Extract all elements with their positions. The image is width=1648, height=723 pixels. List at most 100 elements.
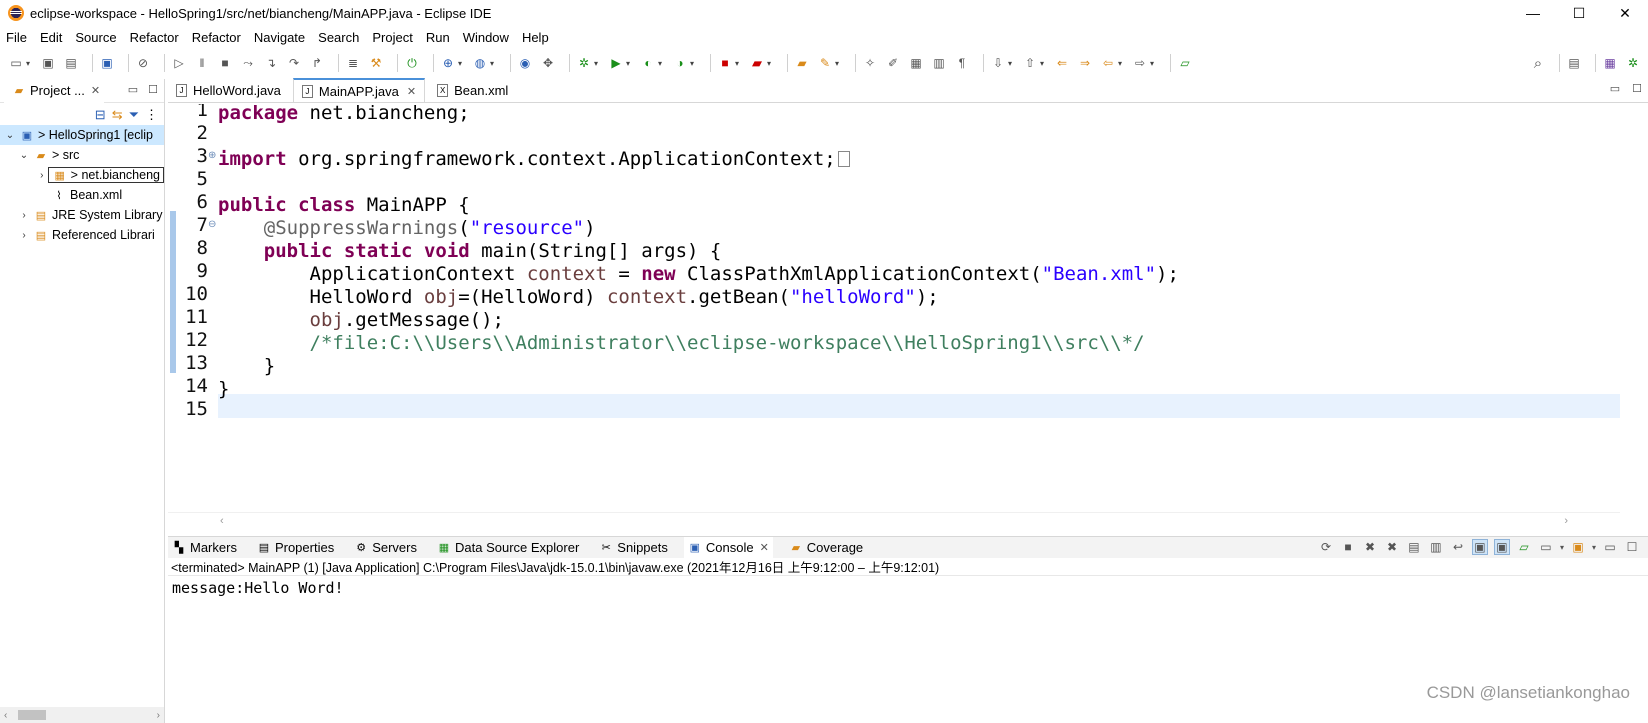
open-type-icon[interactable]: ✥ — [540, 55, 556, 71]
view-menu-icon[interactable]: ⋮ — [145, 107, 158, 123]
chevron-right-icon[interactable]: › — [18, 230, 30, 241]
back-dropdown-icon[interactable]: ▾ — [1118, 59, 1126, 68]
menu-search[interactable]: Search — [318, 30, 359, 45]
prev-annotation-icon[interactable]: ⇧ — [1022, 55, 1038, 71]
display-console-dropdown-icon[interactable]: ▾ — [1560, 543, 1564, 552]
disconnect-icon[interactable]: ⤳ — [240, 55, 256, 71]
tab-project-explorer[interactable]: ▰ Project ... ✕ — [4, 78, 105, 103]
terminal-icon[interactable]: ▣ — [99, 55, 115, 71]
skip-breakpoints-icon[interactable]: ⊘ — [135, 55, 151, 71]
display-console-icon[interactable]: ▭ — [1538, 539, 1554, 555]
scroll-thumb[interactable] — [18, 710, 46, 720]
tab-data-source-explorer[interactable]: ▦ Data Source Explorer — [433, 537, 583, 559]
maximize-view-icon[interactable]: ☐ — [1624, 539, 1640, 555]
external-tools-icon[interactable]: ◑ — [672, 55, 688, 71]
new-dropdown-icon[interactable]: ▾ — [26, 59, 34, 68]
remove-dropdown-icon[interactable]: ▾ — [767, 59, 775, 68]
menu-navigate[interactable]: Navigate — [254, 30, 305, 45]
pin-console-icon[interactable]: ▱ — [1516, 539, 1532, 555]
coverage-dropdown-icon[interactable]: ▾ — [658, 59, 666, 68]
chevron-right-icon[interactable]: › — [18, 210, 30, 221]
tab-helloword-java[interactable]: J HelloWord.java — [168, 78, 289, 102]
server-dropdown-icon[interactable]: ▾ — [458, 59, 466, 68]
build-icon[interactable]: ⚒ — [368, 55, 384, 71]
menu-help[interactable]: Help — [522, 30, 549, 45]
word-wrap-icon[interactable]: ↩ — [1450, 539, 1466, 555]
tree-item-hellospring1[interactable]: ⌄ ▣ > HelloSpring1 [eclip — [0, 125, 164, 145]
tree-item-net-biancheng[interactable]: › ▦ > net.biancheng — [0, 165, 164, 185]
fold-expand-icon[interactable]: ⊕ — [208, 150, 216, 161]
tree-item-referenced-libraries[interactable]: › ▤ Referenced Librari — [0, 225, 164, 245]
scroll-right-icon[interactable]: › — [1564, 515, 1568, 527]
open-folder-icon[interactable]: ▰ — [794, 55, 810, 71]
show-on-stdout-icon[interactable]: ▣ — [1471, 539, 1488, 555]
power-icon[interactable]: ⏻ — [404, 55, 420, 71]
search-icon[interactable]: ⌕ — [1530, 55, 1546, 72]
code-editor[interactable]: 1 2 3 ⊕ 5 6 7 ⊖ 8 9 10 11 12 13 14 15 pa… — [168, 104, 1620, 512]
menu-run[interactable]: Run — [426, 30, 450, 45]
pin-editor-icon[interactable]: ▱ — [1177, 55, 1193, 71]
search-tool-dropdown-icon[interactable]: ▾ — [835, 59, 843, 68]
show-on-stderr-icon[interactable]: ▣ — [1493, 539, 1510, 555]
remove-launch-icon[interactable]: ✖ — [1362, 539, 1378, 555]
maximize-button[interactable]: ☐ — [1556, 0, 1602, 26]
last-edit-next-icon[interactable]: ⇒ — [1077, 55, 1093, 71]
chevron-down-icon[interactable]: ⌄ — [4, 130, 16, 141]
external-tools-dropdown-icon[interactable]: ▾ — [690, 59, 698, 68]
highlight-icon[interactable]: ✐ — [885, 55, 901, 71]
fold-collapse-icon[interactable]: ⊖ — [208, 219, 216, 230]
menu-edit[interactable]: Edit — [40, 30, 62, 45]
chevron-right-icon[interactable]: › — [36, 170, 48, 181]
next-annotation-dropdown-icon[interactable]: ▾ — [1008, 59, 1016, 68]
menu-refactor-2[interactable]: Refactor — [192, 30, 241, 45]
step-into-icon[interactable]: ↴ — [263, 55, 279, 71]
browser-dropdown-icon[interactable]: ▾ — [490, 59, 498, 68]
remove-all-terminated-icon[interactable]: ✖ — [1384, 539, 1400, 555]
forward-icon[interactable]: ⇨ — [1132, 55, 1148, 71]
run-icon[interactable]: ▶ — [608, 55, 624, 71]
step-over-icon[interactable]: ↷ — [286, 55, 302, 71]
folded-imports-icon[interactable] — [837, 150, 850, 167]
forward-dropdown-icon[interactable]: ▾ — [1150, 59, 1158, 68]
close-icon[interactable]: ✕ — [91, 84, 100, 97]
stop-icon[interactable]: ■ — [717, 55, 733, 71]
last-edit-icon[interactable]: ⇐ — [1054, 55, 1070, 71]
tab-bean-xml[interactable]: X Bean.xml — [429, 78, 516, 102]
relaunch-icon[interactable]: ⟳ — [1318, 539, 1334, 555]
menu-file[interactable]: File — [6, 30, 27, 45]
minimize-button[interactable]: — — [1510, 0, 1556, 26]
menu-window[interactable]: Window — [463, 30, 509, 45]
open-console-dropdown-icon[interactable]: ▾ — [1592, 543, 1596, 552]
globe-icon[interactable]: ◉ — [517, 55, 533, 71]
tree-item-bean-xml[interactable]: ⌇ Bean.xml — [0, 185, 164, 205]
collapse-all-icon[interactable]: ⊟ — [95, 107, 106, 123]
tab-snippets[interactable]: ✂ Snippets — [595, 537, 672, 559]
open-console-icon[interactable]: ▣ — [1570, 539, 1586, 555]
scroll-lock-icon[interactable]: ▥ — [1428, 539, 1444, 555]
save-icon[interactable]: ▣ — [40, 55, 56, 71]
annotation-icon[interactable]: ✧ — [862, 55, 878, 71]
prev-annotation-dropdown-icon[interactable]: ▾ — [1040, 59, 1048, 68]
next-annotation-icon[interactable]: ⇩ — [990, 55, 1006, 71]
open-perspective-icon[interactable]: ▤ — [1566, 55, 1582, 71]
new-icon[interactable]: ▭ — [8, 55, 24, 71]
close-icon[interactable]: ✕ — [760, 541, 769, 554]
block-selection-icon[interactable]: ▦ — [908, 55, 924, 71]
new-server-icon[interactable]: ⊕ — [440, 55, 456, 71]
show-whitespace-icon[interactable]: ¶ — [954, 55, 970, 71]
maximize-view-icon[interactable]: ☐ — [148, 83, 158, 96]
tab-coverage[interactable]: ▰ Coverage — [785, 537, 867, 559]
word-wrap-icon[interactable]: ▥ — [931, 55, 947, 71]
close-window-button[interactable]: ✕ — [1602, 0, 1648, 26]
tree-item-src[interactable]: ⌄ ▰ > src — [0, 145, 164, 165]
coverage-run-icon[interactable]: ◐ — [640, 55, 656, 71]
scroll-left-icon[interactable]: ‹ — [4, 710, 7, 721]
chevron-down-icon[interactable]: ⌄ — [18, 150, 30, 161]
run-dropdown-icon[interactable]: ▾ — [626, 59, 634, 68]
web-browser-icon[interactable]: ◍ — [472, 55, 488, 71]
filter-icon[interactable]: ⏷ — [129, 107, 139, 123]
minimize-editor-icon[interactable]: ▭ — [1610, 82, 1620, 95]
left-horizontal-scrollbar[interactable]: ‹ › — [0, 707, 164, 723]
terminate-console-icon[interactable]: ■ — [1340, 539, 1356, 555]
menu-refactor[interactable]: Refactor — [130, 30, 179, 45]
